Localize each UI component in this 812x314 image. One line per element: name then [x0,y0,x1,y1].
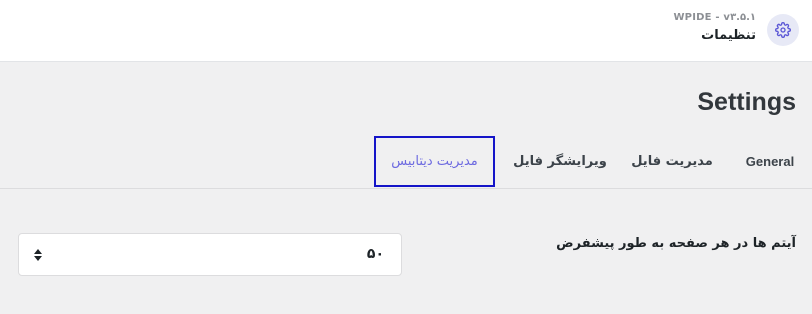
tab-file-editor[interactable]: ویرایشگر فایل [513,135,607,188]
page-title: Settings [697,88,796,116]
settings-tabs: General مدیریت فایل ویرایشگر فایل مدیریت… [0,135,812,189]
items-per-page-value: ۵۰ [366,246,384,262]
app-title: تنظیمات [701,28,756,43]
app-version: WPIDE - v۳.۵.۱ [673,12,756,23]
items-per-page-label: آیتم ها در هر صفحه به طور پیشفرض [556,236,796,251]
gear-icon [767,14,799,46]
tab-database-manager[interactable]: مدیریت دیتابیس [374,136,495,187]
tab-general[interactable]: General [744,135,796,188]
tab-file-manager[interactable]: مدیریت فایل [631,135,713,188]
items-per-page-select[interactable]: ۵۰ [18,233,402,276]
top-bar: WPIDE - v۳.۵.۱ تنظیمات [0,0,812,62]
select-arrows-icon [34,249,42,261]
